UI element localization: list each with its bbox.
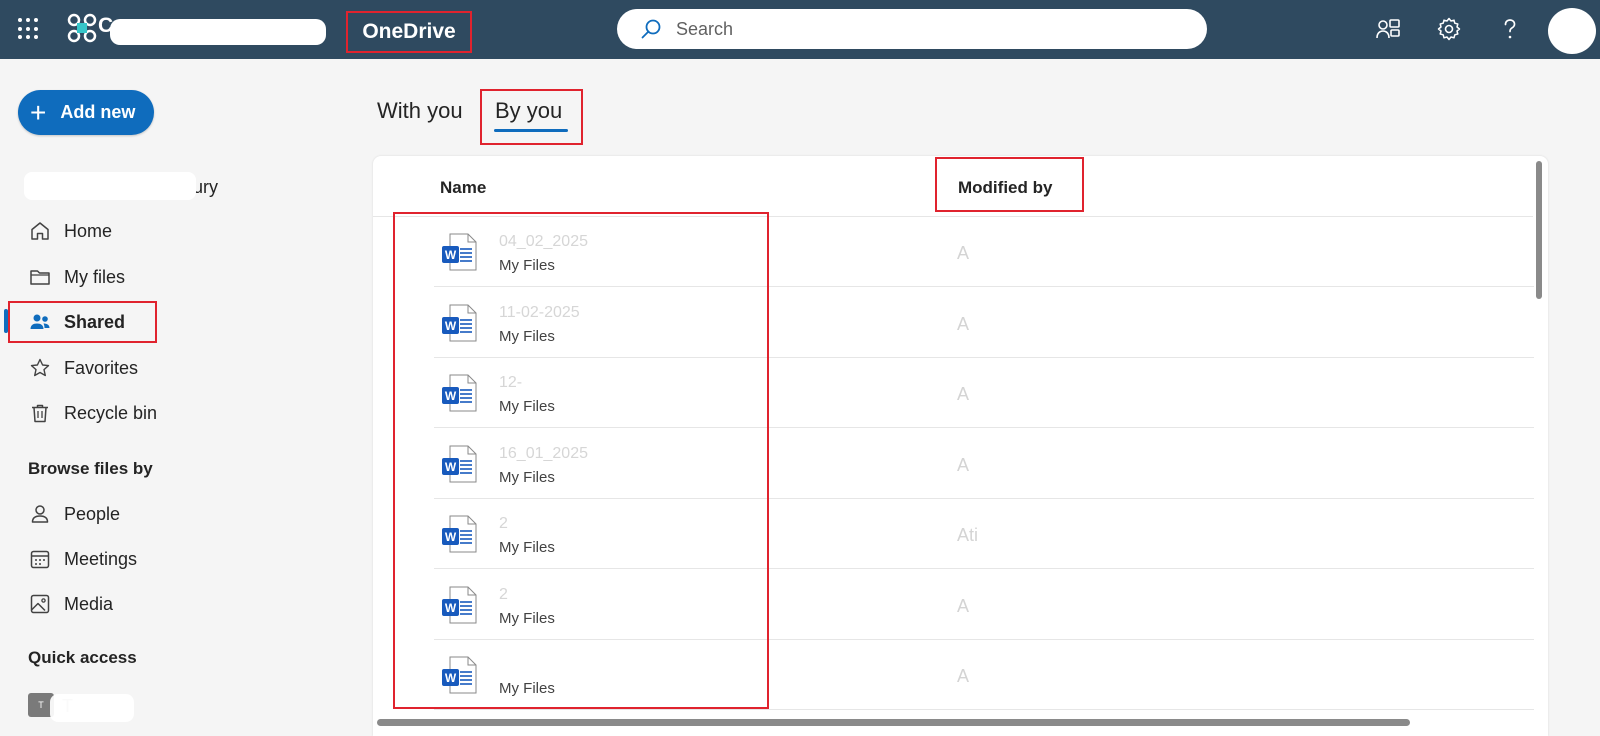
search-box[interactable] (617, 9, 1207, 49)
nav-item-label: Recycle bin (64, 402, 158, 423)
nav-item-label: Meetings (64, 548, 138, 569)
nav-item-home[interactable]: Home (28, 213, 112, 249)
name-column-highlight-box (393, 212, 769, 709)
modified-by-name: A (957, 313, 970, 334)
modified-by-highlight-box (935, 157, 1084, 212)
home-icon (31, 222, 49, 240)
onedrive-app-title[interactable]: OneDrive (346, 11, 472, 53)
nav-item-recycle-bin[interactable]: Recycle bin (28, 395, 157, 431)
user-avatar[interactable] (1548, 8, 1596, 54)
modified-by-name: A (957, 454, 970, 475)
help-question-icon[interactable] (1497, 16, 1523, 42)
column-header-name[interactable]: Name (440, 178, 486, 198)
folder-icon (30, 270, 50, 285)
nav-item-label: People (64, 503, 121, 524)
modified-by-name: A (957, 384, 970, 404)
quick-access-heading: Quick access (28, 648, 137, 667)
modified-by-name: A (957, 243, 970, 263)
vertical-scrollbar[interactable] (1536, 161, 1542, 299)
horizontal-scrollbar[interactable] (377, 719, 1410, 726)
add-new-label: Add new (60, 102, 136, 122)
settings-gear-icon[interactable] (1436, 16, 1462, 42)
plus-icon: + (30, 96, 47, 128)
browse-files-by-heading: Browse files by (28, 459, 153, 478)
nav-item-media[interactable]: Media (28, 586, 113, 622)
search-input[interactable] (676, 18, 1176, 40)
modified-by-name: A (957, 666, 970, 686)
redacted-user-name (24, 172, 196, 200)
modified-by-name: Ati (957, 525, 979, 545)
tab-with-you[interactable]: With you (377, 98, 463, 124)
trash-icon (32, 404, 48, 423)
shared-highlight-box (8, 301, 157, 343)
add-new-button[interactable]: + Add new (18, 90, 154, 135)
redacted-quick-access-name (50, 694, 134, 722)
nav-item-people[interactable]: People (28, 496, 120, 532)
app-launcher-icon[interactable] (18, 18, 40, 40)
star-icon (30, 358, 50, 377)
search-icon (641, 19, 661, 39)
microsoft-365-logo-icon[interactable] (66, 12, 98, 44)
nav-item-label: Media (64, 593, 114, 614)
my-day-icon[interactable] (1375, 16, 1401, 42)
redacted-organization-name (110, 19, 326, 45)
nav-item-meetings[interactable]: Meetings (28, 541, 137, 577)
calendar-icon (30, 550, 50, 569)
nav-item-favorites[interactable]: Favorites (28, 350, 138, 386)
image-icon (30, 594, 50, 614)
nav-item-label: My files (64, 266, 126, 287)
person-icon (31, 505, 49, 523)
modified-by-name: A (957, 595, 970, 616)
nav-item-my-files[interactable]: My files (28, 259, 125, 295)
nav-item-label: Home (64, 220, 113, 241)
nav-item-label: Favorites (64, 357, 139, 378)
by-you-highlight-box (480, 89, 583, 145)
